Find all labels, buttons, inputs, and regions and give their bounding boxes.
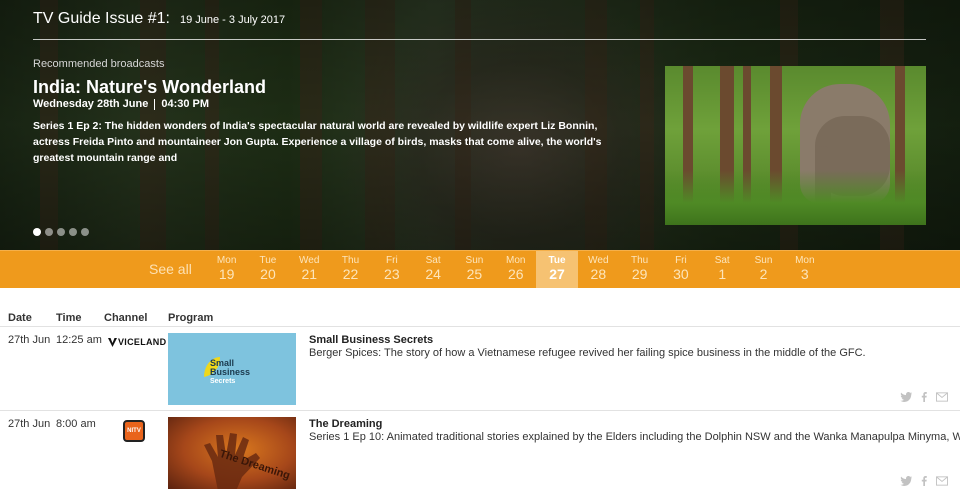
day-tab[interactable]: Tue 27: [536, 251, 578, 288]
featured-image[interactable]: [665, 66, 926, 225]
twitter-icon[interactable]: [900, 392, 912, 402]
day-name: Fri: [386, 255, 398, 266]
column-date: Date: [8, 312, 32, 324]
day-name: Mon: [795, 255, 815, 266]
twitter-icon[interactable]: [900, 476, 912, 486]
day-tabs: Mon 19 Tue 20 Wed 21 Thu 22 Fri 23 Sat 24 Sun 25 Mon 26…: [206, 251, 825, 288]
featured-description: Series 1 Ep 2: The hidden wonders of Ind…: [33, 120, 602, 164]
day-name: Fri: [675, 255, 687, 266]
see-all-link[interactable]: See all: [149, 261, 192, 277]
schedule-header: Date Time Channel Program: [0, 312, 960, 326]
channel-name: VICELAND: [118, 337, 167, 347]
carousel-dots: [33, 228, 89, 236]
day-name: Mon: [506, 255, 526, 266]
day-number: 20: [260, 266, 276, 282]
day-tab[interactable]: Mon 19: [206, 251, 247, 288]
program-thumbnail[interactable]: The Dreaming: [168, 417, 296, 489]
day-number: 30: [673, 266, 689, 282]
day-tab[interactable]: Wed 28: [578, 251, 619, 288]
channel-logo-nitv: NITV: [108, 420, 145, 442]
day-tab[interactable]: Sun 25: [454, 251, 495, 288]
day-number: 27: [549, 266, 565, 282]
table-row: 27th Jun 8:00 am NITV The Dreaming The D…: [0, 410, 960, 492]
day-name: Thu: [631, 255, 649, 266]
row-time: 12:25 am: [56, 334, 102, 346]
carousel-dot[interactable]: [33, 228, 41, 236]
row-time: 8:00 am: [56, 418, 96, 430]
hero-banner: TV Guide Issue #1: 19 June - 3 July 2017…: [0, 0, 960, 250]
day-tab[interactable]: Mon 3: [784, 251, 825, 288]
day-number: 3: [800, 266, 809, 282]
day-number: 26: [507, 266, 524, 282]
carousel-dot[interactable]: [45, 228, 53, 236]
share-icons: [900, 476, 948, 486]
program-thumbnail[interactable]: Small Business Secrets: [168, 333, 296, 405]
day-number: 1: [718, 266, 727, 282]
featured-title[interactable]: India: Nature's Wonderland: [33, 77, 266, 98]
featured-time: 04:30 PM: [161, 98, 210, 110]
channel-logo-viceland: VICELAND: [108, 337, 166, 347]
row-date: 27th Jun: [8, 334, 51, 346]
carousel-dot[interactable]: [57, 228, 65, 236]
day-number: 21: [301, 266, 318, 282]
day-name: Wed: [299, 255, 320, 266]
carousel-dot[interactable]: [69, 228, 77, 236]
column-channel: Channel: [104, 312, 148, 324]
day-name: Wed: [588, 255, 609, 266]
day-number: 29: [631, 266, 648, 282]
thumb-text-2: Business: [210, 367, 251, 377]
featured-schedule: Wednesday 28th June 04:30 PM: [33, 98, 209, 110]
day-tab[interactable]: Sat 24: [412, 251, 453, 288]
day-name: Sat: [425, 255, 441, 266]
day-number: 28: [590, 266, 607, 282]
day-name: Mon: [216, 255, 237, 266]
guide-header: TV Guide Issue #1: 19 June - 3 July 2017: [33, 10, 285, 28]
program-title[interactable]: The Dreaming: [309, 418, 382, 430]
recommended-label: Recommended broadcasts: [33, 58, 165, 70]
guide-title: TV Guide Issue #1:: [33, 10, 170, 27]
header-divider: [33, 39, 926, 40]
email-icon[interactable]: [936, 392, 948, 402]
facebook-icon[interactable]: [918, 476, 930, 486]
program-title[interactable]: Small Business Secrets: [309, 334, 433, 346]
day-number: 19: [218, 266, 235, 282]
day-tab[interactable]: Sun 2: [743, 251, 784, 288]
day-name: Sat: [714, 255, 730, 266]
day-number: 25: [466, 266, 483, 282]
program-description: Berger Spices: The story of how a Vietna…: [309, 347, 866, 359]
email-icon[interactable]: [936, 476, 948, 486]
day-tab[interactable]: Thu 29: [619, 251, 660, 288]
featured-day: Wednesday 28th June: [33, 98, 149, 110]
day-tab[interactable]: Sat 1: [702, 251, 743, 288]
day-tab[interactable]: Fri 23: [371, 251, 412, 288]
share-icons: [900, 392, 948, 402]
column-program: Program: [168, 312, 214, 324]
day-number: 2: [759, 266, 768, 282]
row-date: 27th Jun: [8, 418, 51, 430]
day-name: Tue: [259, 255, 277, 266]
facebook-icon[interactable]: [918, 392, 930, 402]
guide-dates: 19 June - 3 July 2017: [179, 14, 286, 26]
day-tab[interactable]: Wed 21: [289, 251, 330, 288]
day-tab[interactable]: Fri 30: [660, 251, 701, 288]
day-tab[interactable]: Tue 20: [247, 251, 288, 288]
carousel-dot[interactable]: [81, 228, 89, 236]
table-row: 27th Jun 12:25 am VICELAND Small Busines…: [0, 326, 960, 408]
column-time: Time: [56, 312, 82, 324]
day-number: 22: [342, 266, 359, 282]
viceland-mark-icon: [108, 337, 117, 347]
channel-name: NITV: [123, 420, 145, 442]
day-name: Thu: [341, 255, 360, 266]
day-name: Sun: [465, 255, 484, 266]
program-description: Series 1 Ep 10: Animated traditional sto…: [309, 431, 960, 443]
day-name: Tue: [548, 255, 566, 266]
day-tab[interactable]: Mon 26: [495, 251, 536, 288]
day-number: 24: [425, 266, 441, 282]
day-number: 23: [384, 266, 400, 282]
day-name: Sun: [754, 255, 773, 266]
date-navigation: See all Mon 19 Tue 20 Wed 21 Thu 22 Fri 23 Sat 24 Su…: [0, 250, 960, 288]
thumb-text-3: Secrets: [210, 378, 236, 385]
day-tab[interactable]: Thu 22: [330, 251, 371, 288]
